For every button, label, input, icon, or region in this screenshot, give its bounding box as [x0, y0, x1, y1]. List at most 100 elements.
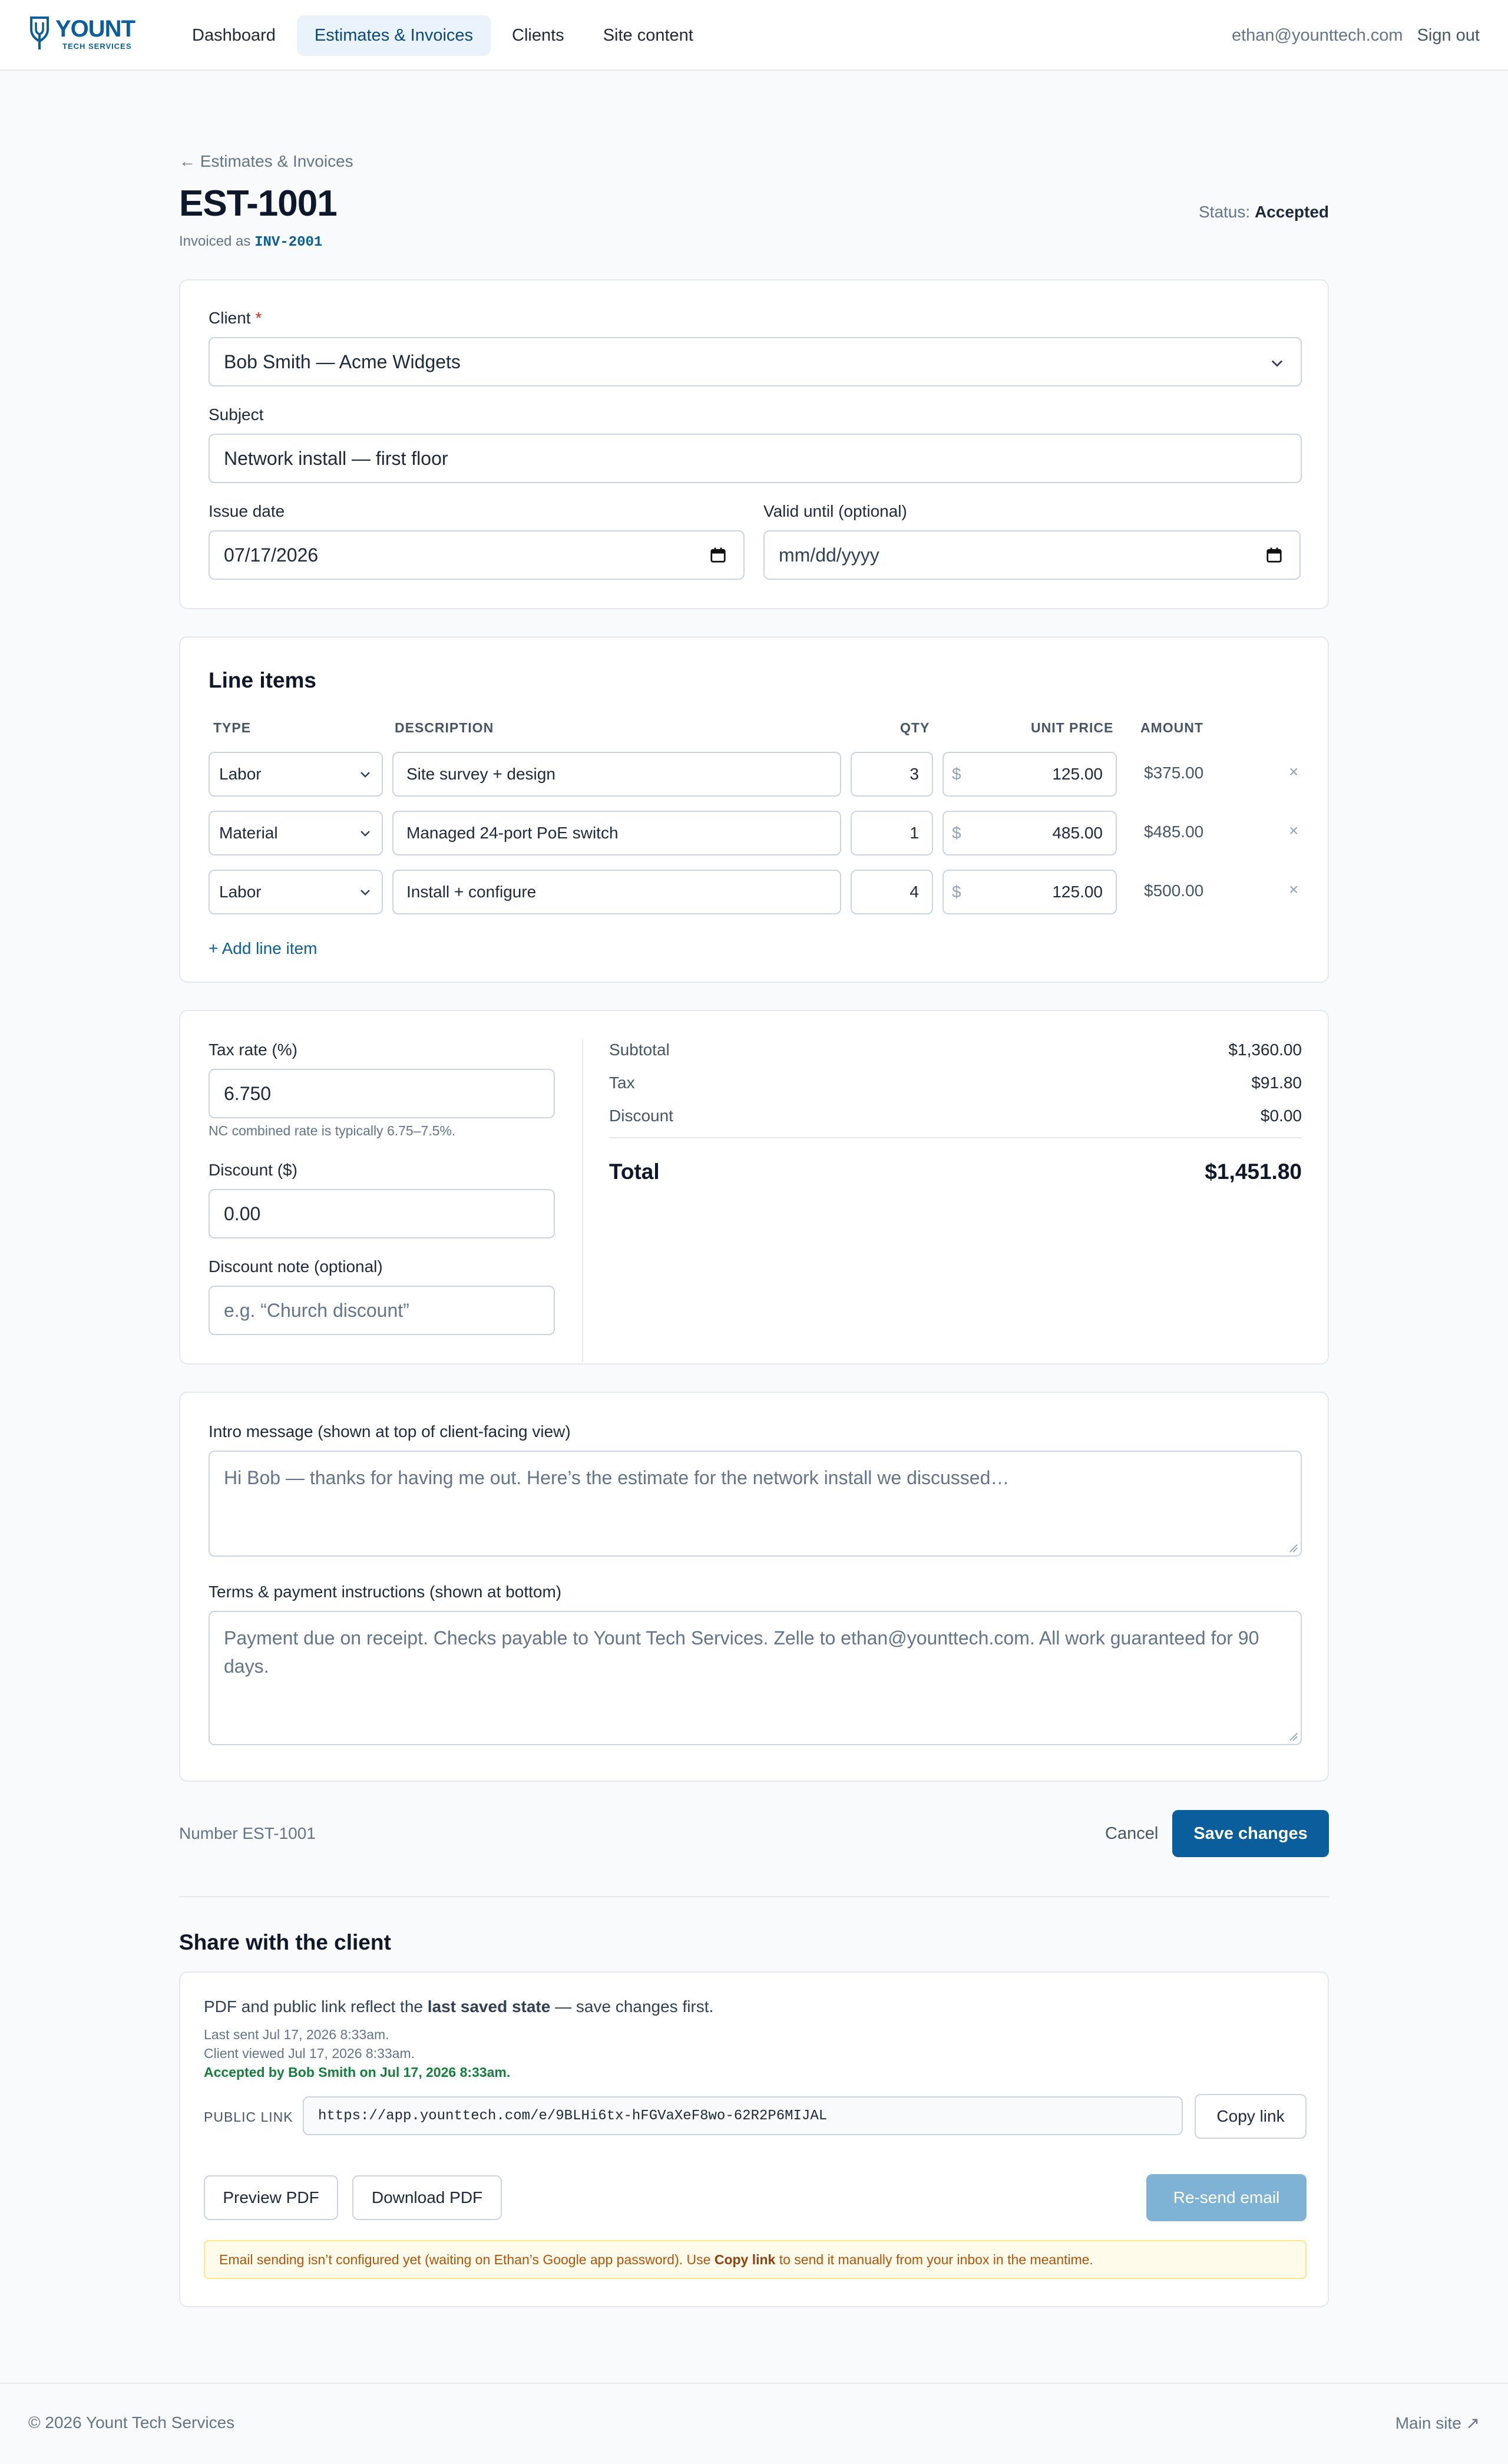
- issue-date-label: Issue date: [209, 502, 285, 520]
- download-pdf-button[interactable]: Download PDF: [352, 2175, 502, 2220]
- line-item-qty-input[interactable]: 4: [851, 870, 933, 914]
- public-link-value: https://app.younttech.com/e/9BLHi6tx-hFG…: [318, 2108, 828, 2124]
- copy-link-button[interactable]: Copy link: [1195, 2094, 1307, 2139]
- client-label: Client *: [209, 309, 262, 328]
- section-divider: [179, 1896, 1329, 1897]
- nav-site-content[interactable]: Site content: [586, 15, 711, 56]
- total-divider: [609, 1137, 1302, 1138]
- document-number: Number EST-1001: [179, 1824, 316, 1842]
- calendar-icon[interactable]: [1265, 546, 1283, 564]
- line-item-description-input[interactable]: Managed 24-port PoE switch: [392, 811, 841, 856]
- line-item-type-value: Material: [219, 824, 278, 842]
- warning-text: Email sending isn’t configured yet (wait…: [219, 2252, 1093, 2268]
- tax-rate-value: 6.750: [224, 1082, 272, 1104]
- main-site-link[interactable]: Main site ↗: [1395, 2413, 1480, 2433]
- invoiced-as-note: Invoiced as INV-2001: [179, 233, 322, 250]
- warning-pre: Email sending isn’t configured yet (wait…: [219, 2251, 711, 2267]
- nav-estimates-invoices[interactable]: Estimates & Invoices: [296, 15, 491, 56]
- tax-row-value: $91.80: [1251, 1074, 1302, 1092]
- line-item-description-input[interactable]: Install + configure: [392, 870, 841, 914]
- last-sent-text: Last sent Jul 17, 2026 8:33am.: [204, 2027, 389, 2042]
- page-title: EST-1001: [179, 183, 338, 224]
- chevron-down-icon: [1271, 360, 1283, 367]
- issue-date-input[interactable]: 07/17/2026: [209, 530, 745, 580]
- client-select[interactable]: Bob Smith — Acme Widgets: [209, 337, 1302, 387]
- discount-input[interactable]: 0.00: [209, 1189, 555, 1238]
- line-item-amount: $500.00: [1144, 881, 1204, 900]
- discount-row: Discount $0.00: [609, 1107, 1302, 1125]
- totals-divider: [582, 1039, 583, 1362]
- subtotal-row: Subtotal $1,360.00: [609, 1041, 1302, 1059]
- nav-dashboard[interactable]: Dashboard: [174, 15, 293, 56]
- save-changes-button[interactable]: Save changes: [1172, 1810, 1329, 1857]
- resize-grip-icon[interactable]: [1288, 1543, 1298, 1553]
- brand-name: YOUNT: [55, 16, 135, 42]
- line-item-unit-price-value: 485.00: [1052, 824, 1103, 842]
- line-item-type-value: Labor: [219, 883, 262, 901]
- line-item-unit-price-value: 125.00: [1052, 765, 1103, 783]
- currency-symbol: $: [952, 824, 961, 842]
- logo-icon: [30, 16, 49, 49]
- breadcrumb-back-link[interactable]: ← Estimates & Invoices: [179, 152, 353, 171]
- remove-line-item-button[interactable]: ×: [1289, 821, 1298, 840]
- accepted-text: Accepted by Bob Smith on Jul 17, 2026 8:…: [204, 2065, 511, 2080]
- subject-input[interactable]: Network install — first floor: [209, 434, 1302, 483]
- cancel-button[interactable]: Cancel: [1105, 1824, 1158, 1844]
- top-nav: YOUNT TECH SERVICES Dashboard Estimates …: [0, 0, 1508, 71]
- line-item-amount: $375.00: [1144, 764, 1204, 782]
- remove-line-item-button[interactable]: ×: [1289, 762, 1298, 781]
- tax-row: Tax $91.80: [609, 1074, 1302, 1092]
- required-marker: *: [255, 309, 262, 327]
- share-note: PDF and public link reflect the last sav…: [204, 1997, 713, 2016]
- invoice-number: INV-2001: [254, 234, 323, 250]
- column-amount: AMOUNT: [1140, 720, 1203, 735]
- brand-logo[interactable]: YOUNT TECH SERVICES: [28, 15, 135, 52]
- resend-email-button[interactable]: Re-send email: [1146, 2174, 1307, 2221]
- line-item-description-value: Site survey + design: [406, 765, 555, 783]
- line-item-qty-value: 1: [910, 824, 919, 842]
- add-line-item-button[interactable]: + Add line item: [209, 939, 317, 958]
- calendar-icon[interactable]: [709, 546, 727, 564]
- intro-message-placeholder: Hi Bob — thanks for having me out. Here’…: [224, 1467, 1010, 1488]
- line-item-amount: $485.00: [1144, 823, 1204, 841]
- line-item-description-input[interactable]: Site survey + design: [392, 752, 841, 797]
- line-item-qty-input[interactable]: 3: [851, 752, 933, 797]
- discount-note-input[interactable]: e.g. “Church discount”: [209, 1286, 555, 1335]
- resize-grip-icon[interactable]: [1288, 1731, 1298, 1742]
- valid-until-input[interactable]: mm/dd/yyyy: [763, 530, 1301, 580]
- column-qty: QTY: [900, 720, 930, 735]
- warning-post: to send it manually from your inbox in t…: [779, 2251, 1093, 2267]
- public-link-label: PUBLIC LINK: [204, 2109, 293, 2125]
- sign-out-link[interactable]: Sign out: [1417, 26, 1480, 45]
- preview-pdf-button[interactable]: Preview PDF: [204, 2175, 338, 2220]
- messages-card: Intro message (shown at top of client-fa…: [179, 1392, 1329, 1782]
- remove-line-item-button[interactable]: ×: [1289, 880, 1298, 899]
- discount-label: Discount ($): [209, 1161, 297, 1179]
- copyright: © 2026 Yount Tech Services: [28, 2413, 235, 2432]
- status-label: Status:: [1199, 203, 1251, 221]
- share-note-pre: PDF and public link reflect the: [204, 1997, 423, 2016]
- public-link-field[interactable]: https://app.younttech.com/e/9BLHi6tx-hFG…: [303, 2096, 1183, 2135]
- intro-message-textarea[interactable]: Hi Bob — thanks for having me out. Here’…: [209, 1451, 1302, 1557]
- line-item-type-value: Labor: [219, 765, 262, 783]
- line-item-unit-price-input[interactable]: $ 125.00: [943, 752, 1117, 797]
- brand-subtitle: TECH SERVICES: [62, 42, 132, 51]
- line-item-type-select[interactable]: Labor: [209, 752, 383, 797]
- line-item-unit-price-input[interactable]: $ 485.00: [943, 811, 1117, 856]
- invoiced-prefix: Invoiced as: [179, 233, 251, 249]
- total-label: Total: [609, 1160, 660, 1184]
- line-item-unit-price-input[interactable]: $ 125.00: [943, 870, 1117, 914]
- column-type: TYPE: [213, 720, 252, 735]
- totals-card: Tax rate (%) 6.750 NC combined rate is t…: [179, 1010, 1329, 1365]
- line-item-type-select[interactable]: Material: [209, 811, 383, 856]
- subject-label: Subject: [209, 405, 264, 424]
- tax-row-label: Tax: [609, 1074, 635, 1092]
- client-select-value: Bob Smith — Acme Widgets: [224, 351, 461, 372]
- share-note-bold: last saved state: [427, 1997, 551, 2016]
- tax-rate-input[interactable]: 6.750: [209, 1069, 555, 1118]
- nav-clients[interactable]: Clients: [494, 15, 582, 56]
- line-item-qty-input[interactable]: 1: [851, 811, 933, 856]
- discount-note-label: Discount note (optional): [209, 1257, 383, 1276]
- terms-textarea[interactable]: Payment due on receipt. Checks payable t…: [209, 1611, 1302, 1745]
- line-item-type-select[interactable]: Labor: [209, 870, 383, 914]
